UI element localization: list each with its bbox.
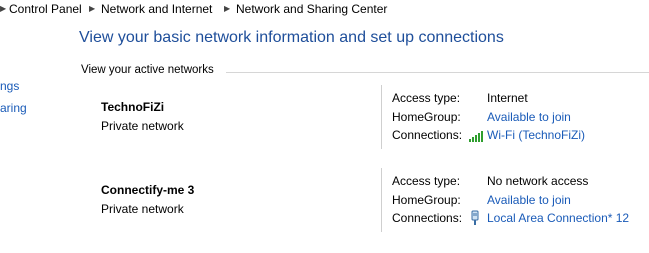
breadcrumb-separator-icon: ▶ [0,4,7,13]
homegroup-label: HomeGroup: [392,193,461,207]
access-type-label: Access type: [392,91,461,105]
breadcrumb-control-panel[interactable]: Control Panel [9,0,82,18]
network-name: TechnoFiZi [101,100,165,114]
connections-label: Connections: [392,128,463,142]
homegroup-link[interactable]: Available to join [487,110,571,124]
ethernet-adapter-icon [468,210,482,231]
network-category[interactable]: Private network [101,119,184,133]
network-category[interactable]: Private network [101,202,184,216]
breadcrumb-separator-icon[interactable]: ▶ [89,0,95,18]
breadcrumb-network-and-sharing-center[interactable]: Network and Sharing Center [236,0,387,18]
homegroup-label: HomeGroup: [392,110,461,124]
network-name: Connectify-me 3 [101,183,195,197]
breadcrumb: ▶ Control Panel ▶ Network and Internet ▶… [0,0,649,18]
wifi-signal-icon [468,129,484,147]
breadcrumb-network-and-internet[interactable]: Network and Internet [101,0,212,18]
network-divider [381,85,382,149]
sidebar-link-sharing[interactable]: aring [0,101,27,115]
page-title: View your basic network information and … [79,29,504,46]
section-divider [226,72,649,73]
sidebar-link-settings[interactable]: ngs [0,79,19,93]
homegroup-link[interactable]: Available to join [487,193,571,207]
access-type-value: No network access [487,174,589,188]
access-type-value: Internet [487,91,528,105]
connections-label: Connections: [392,211,463,225]
connection-link[interactable]: Local Area Connection* 12 [487,211,629,225]
connection-link[interactable]: Wi-Fi (TechnoFiZi) [487,128,585,142]
section-heading: View your active networks [81,64,214,76]
breadcrumb-separator-icon[interactable]: ▶ [224,0,230,18]
access-type-label: Access type: [392,174,461,188]
network-divider [381,168,382,232]
